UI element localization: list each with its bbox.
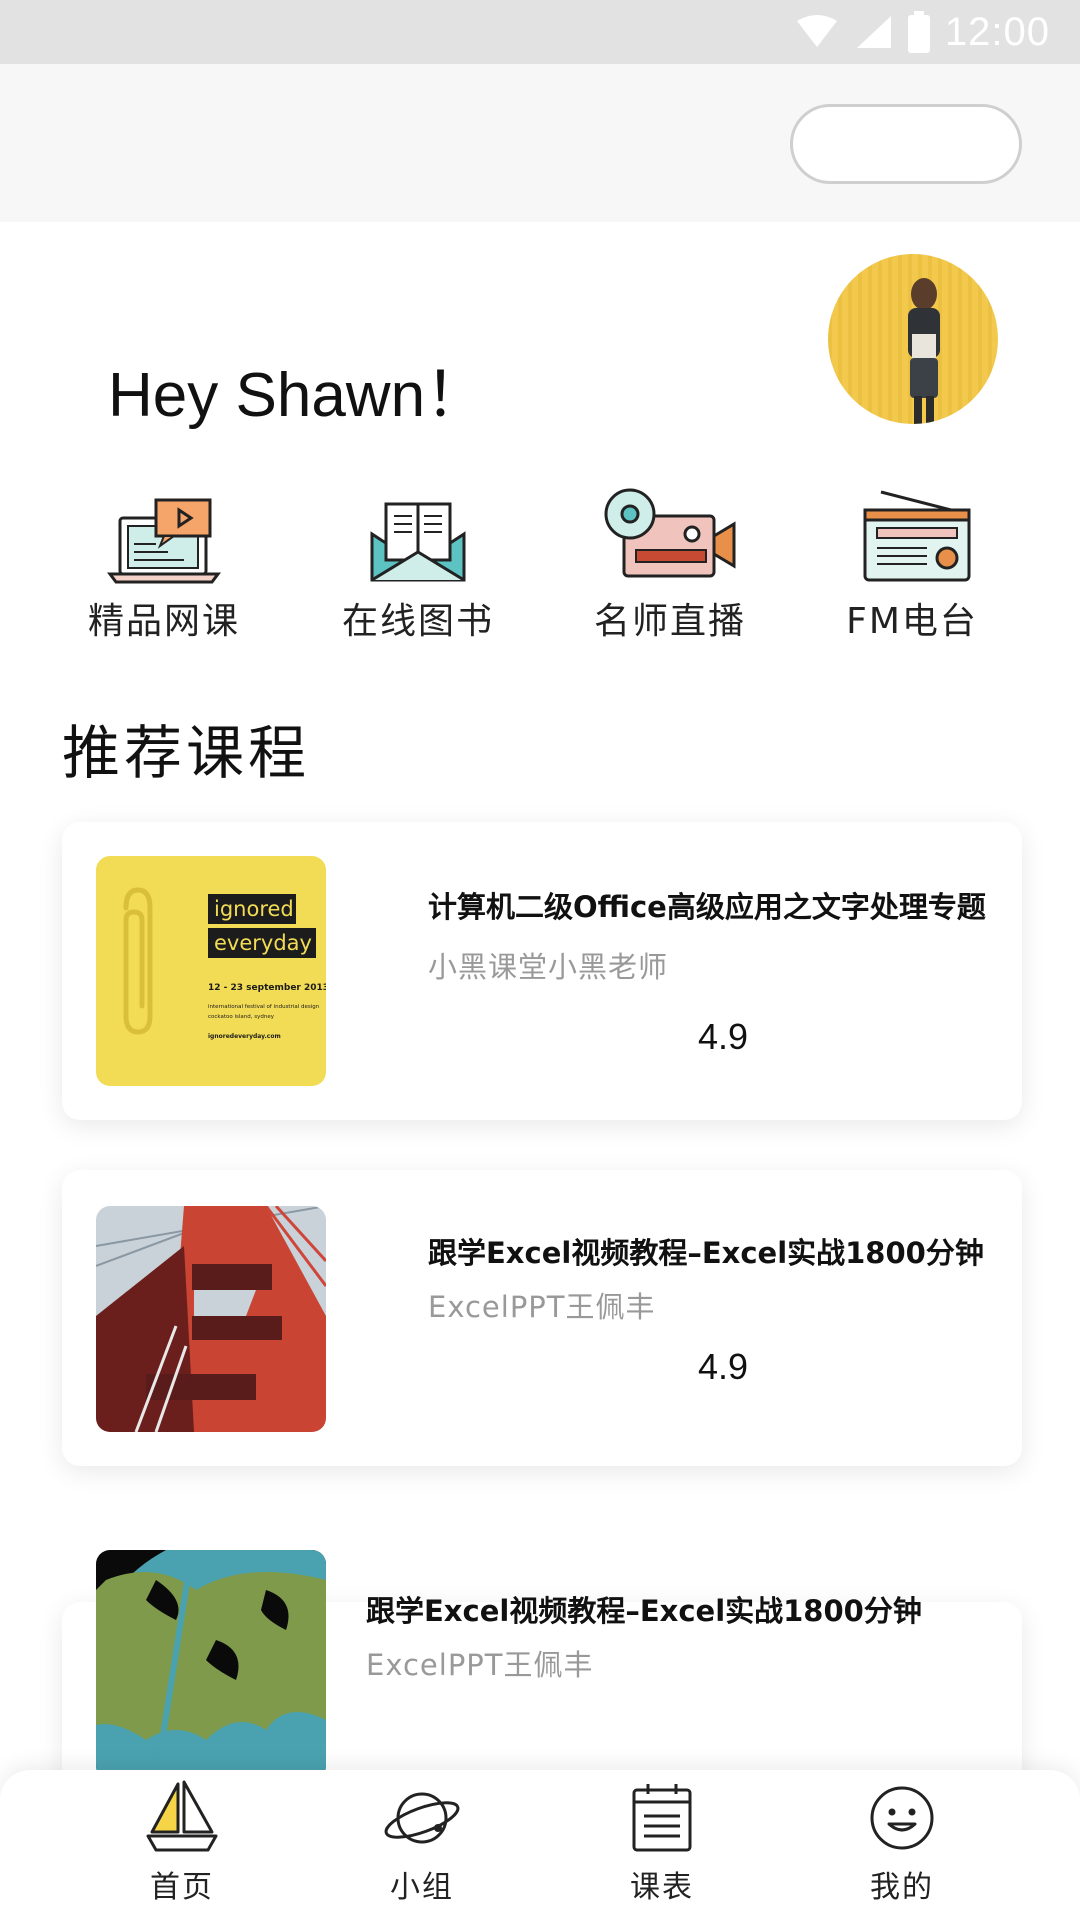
status-time: 12:00	[944, 9, 1050, 54]
avatar[interactable]	[828, 254, 998, 424]
course-thumbnail	[96, 1550, 326, 1780]
course-card[interactable]: ignored everyday 12 - 23 september 2013 …	[62, 822, 1022, 1120]
tab-home[interactable]: 首页	[102, 1778, 262, 1918]
category-online-book[interactable]: 在线图书	[318, 486, 518, 656]
thumb-line2: everyday	[214, 931, 312, 955]
course-teacher: ExcelPPT王佩丰	[366, 1648, 594, 1682]
course-rating: 4.9	[698, 1346, 749, 1387]
category-fm-radio[interactable]: FM电台	[812, 486, 1012, 656]
tab-schedule[interactable]: 课表	[582, 1778, 742, 1918]
book-envelope-icon	[370, 502, 466, 582]
section-title: 推荐课程	[62, 719, 311, 787]
course-rating: 4.9	[698, 1016, 749, 1057]
wifi-icon	[796, 15, 837, 47]
category-live-teacher[interactable]: 名师直播	[570, 486, 770, 656]
bottom-tab-bar: 首页 小组 课表 我的	[0, 1770, 1080, 1920]
course-thumbnail	[96, 1206, 326, 1432]
category-label: 名师直播	[593, 601, 746, 642]
thumb-sub1: international festival of industrial des…	[208, 1004, 320, 1010]
top-bar	[0, 64, 1080, 222]
category-label: FM电台	[846, 601, 978, 642]
tab-label: 小组	[390, 1870, 454, 1905]
course-thumbnail: ignored everyday 12 - 23 september 2013 …	[96, 856, 326, 1086]
battery-icon	[907, 11, 930, 53]
radio-icon	[863, 490, 971, 582]
greeting-text: Hey Shawn！	[108, 361, 488, 430]
course-title: 计算机二级Office高级应用之文字处理专题	[428, 890, 986, 924]
category-label: 精品网课	[87, 601, 240, 642]
tab-mine[interactable]: 我的	[822, 1778, 982, 1918]
smiley-icon	[870, 1786, 934, 1850]
tab-label: 首页	[150, 1870, 214, 1905]
thumb-url: ignoredeveryday.com	[208, 1033, 281, 1040]
tab-group[interactable]: 小组	[342, 1778, 502, 1918]
laptop-video-icon	[107, 498, 221, 584]
calendar-icon	[632, 1784, 692, 1852]
avatar-photo	[828, 254, 998, 424]
projector-camera-icon	[604, 488, 736, 578]
course-teacher: ExcelPPT王佩丰	[428, 1290, 656, 1324]
tab-label: 我的	[870, 1870, 934, 1905]
thumb-dates: 12 - 23 september 2013	[208, 983, 326, 993]
category-online-course[interactable]: 精品网课	[64, 486, 264, 656]
sailboat-icon	[146, 1780, 218, 1852]
thumb-sub2: cockatoo island, sydney	[208, 1014, 275, 1020]
category-label: 在线图书	[341, 601, 494, 642]
tab-label: 课表	[630, 1870, 694, 1905]
category-row: 精品网课 在线图书 名师直播 FM电台	[0, 486, 1080, 656]
top-pill-button[interactable]	[790, 104, 1022, 184]
course-title: 跟学Excel视频教程–Excel实战1800分钟	[366, 1594, 922, 1628]
planet-icon	[384, 1792, 460, 1844]
signal-icon	[856, 16, 891, 48]
course-title: 跟学Excel视频教程–Excel实战1800分钟	[428, 1236, 984, 1270]
course-teacher: 小黑课堂小黑老师	[428, 950, 669, 984]
course-card[interactable]: 跟学Excel视频教程–Excel实战1800分钟 ExcelPPT王佩丰 4.…	[62, 1170, 1022, 1466]
thumb-line1: ignored	[214, 897, 294, 921]
status-bar: 12:00	[0, 0, 1080, 64]
